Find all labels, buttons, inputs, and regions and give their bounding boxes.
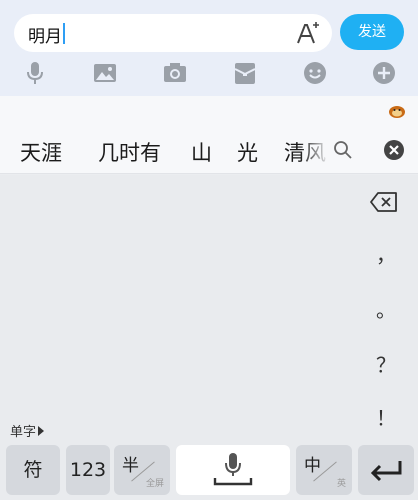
single-char-label: 单字 [10, 425, 37, 440]
triangle-right-icon [38, 426, 45, 436]
mascot-icon[interactable] [388, 104, 406, 118]
single-char-toggle[interactable]: 单字 [10, 421, 45, 440]
chinese-english-key[interactable]: 中 英 [296, 445, 352, 495]
exclamation-key[interactable]: ！ [366, 398, 406, 438]
candidate-bar: 天涯 几时有 山 光 清风 [0, 126, 418, 174]
emoji-icon[interactable] [302, 60, 328, 86]
full-width-label: 全屏 [145, 479, 164, 489]
space-key[interactable] [176, 445, 290, 495]
microphone-icon [213, 453, 253, 486]
chinese-label: 中 [304, 456, 321, 476]
font-style-icon[interactable] [294, 19, 322, 47]
camera-icon[interactable] [162, 60, 188, 86]
candidate-item[interactable]: 几时有 [98, 137, 161, 167]
red-envelope-icon[interactable] [232, 60, 258, 86]
candidate-item[interactable]: 天涯 [20, 137, 62, 167]
ime-toolbar-strip [0, 96, 418, 126]
english-label: 英 [336, 479, 346, 489]
chat-input-bar: 明月 发送 [0, 0, 418, 96]
keyboard: ， 。 ？ ！ 单字 符 123 半 全屏 中 英 [0, 175, 418, 500]
enter-icon [370, 461, 402, 482]
close-icon[interactable] [383, 139, 405, 161]
microphone-icon[interactable] [22, 60, 48, 86]
candidate-item[interactable]: 光 [237, 137, 258, 167]
message-input[interactable]: 明月 [14, 14, 332, 52]
comma-key[interactable]: ， [366, 235, 406, 275]
plus-icon[interactable] [371, 60, 397, 86]
backspace-icon[interactable] [370, 191, 398, 213]
candidate-fade [300, 126, 330, 173]
half-width-label: 半 [122, 456, 139, 476]
candidate-item[interactable]: 山 [191, 137, 212, 167]
search-icon[interactable] [333, 140, 353, 160]
half-full-width-key[interactable]: 半 全屏 [114, 445, 170, 495]
enter-key[interactable] [358, 445, 414, 495]
numbers-key[interactable]: 123 [66, 445, 110, 495]
message-input-text: 明月 [28, 27, 62, 47]
symbols-key[interactable]: 符 [6, 445, 60, 495]
period-key[interactable]: 。 [366, 290, 406, 330]
question-key[interactable]: ？ [366, 345, 406, 385]
send-button[interactable]: 发送 [340, 14, 404, 50]
image-icon[interactable] [92, 60, 118, 86]
text-caret [63, 23, 65, 44]
